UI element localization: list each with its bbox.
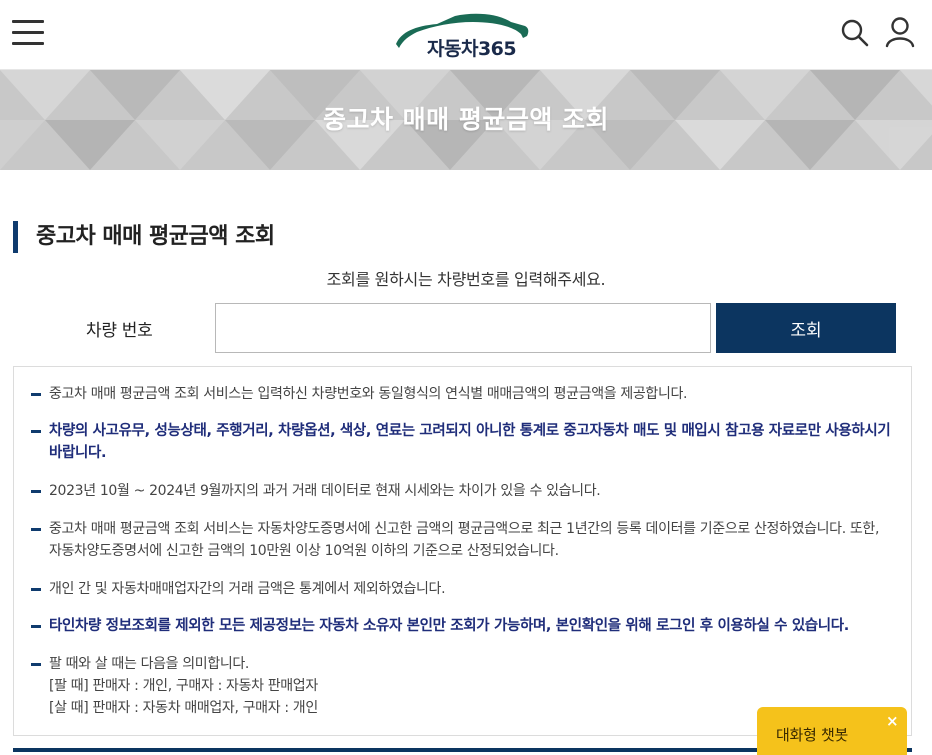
site-logo[interactable]: 자동차365 (393, 10, 533, 62)
bullet-dash-icon (31, 528, 41, 531)
notice-item: 중고차 매매 평균금액 조회 서비스는 자동차양도증명서에 신고한 금액의 평균… (31, 518, 895, 562)
notice-item: 2023년 10월 ~ 2024년 9월까지의 과거 거래 데이터로 현재 시세… (31, 480, 895, 502)
page-banner: 중고차 매매 평균금액 조회 (0, 70, 932, 170)
logo-text: 자동차365 (427, 38, 517, 60)
notice-item-emphasis: 차량의 사고유무, 성능상태, 주행거리, 차량옵션, 색상, 연료는 고려되지… (31, 420, 895, 464)
notice-item-emphasis: 타인차량 정보조회를 제외한 모든 제공정보는 자동차 소유자 본인만 조회가 … (31, 615, 895, 637)
bullet-dash-icon (31, 625, 41, 628)
chatbot-button[interactable]: 대화형 챗봇 × (757, 707, 907, 755)
notice-box: 중고차 매매 평균금액 조회 서비스는 입력하신 차량번호와 동일형식의 연식별… (13, 366, 912, 736)
chatbot-label: 대화형 챗봇 (776, 726, 848, 744)
plate-number-input[interactable] (215, 303, 711, 353)
search-icon[interactable] (840, 18, 870, 48)
hamburger-menu-icon[interactable] (12, 20, 46, 48)
bullet-dash-icon (31, 588, 41, 591)
close-icon[interactable]: × (886, 712, 899, 730)
top-header: 자동차365 (0, 0, 932, 70)
bullet-dash-icon (31, 663, 41, 666)
section-title: 중고차 매매 평균금액 조회 (13, 221, 275, 253)
guide-text: 조회를 원하시는 차량번호를 입력해주세요. (326, 270, 606, 289)
bullet-dash-icon (31, 430, 41, 433)
banner-title: 중고차 매매 평균금액 조회 (322, 105, 610, 134)
user-icon[interactable] (884, 16, 916, 48)
notice-item: 중고차 매매 평균금액 조회 서비스는 입력하신 차량번호와 동일형식의 연식별… (31, 383, 895, 405)
notice-item: 개인 간 및 자동차매매업자간의 거래 금액은 통계에서 제외하였습니다. (31, 578, 895, 600)
submit-search-button[interactable]: 조회 (716, 303, 896, 353)
bullet-dash-icon (31, 393, 41, 396)
bullet-dash-icon (31, 490, 41, 493)
plate-number-label: 차량 번호 (86, 321, 153, 341)
